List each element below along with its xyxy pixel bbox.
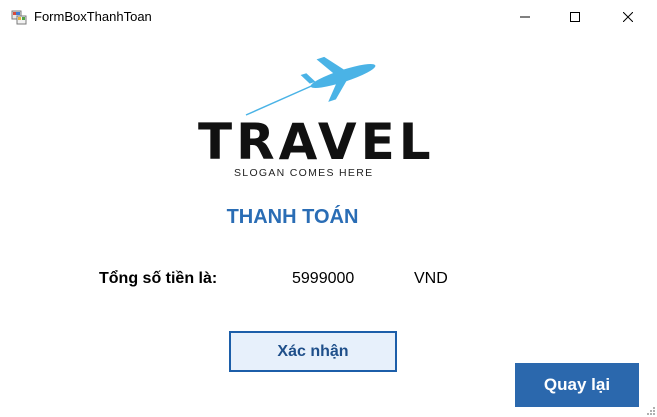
back-button[interactable]: Quay lại (515, 363, 639, 407)
close-icon (623, 12, 633, 22)
title-bar: FormBoxThanhToan (0, 0, 657, 34)
maximize-button[interactable] (552, 0, 598, 34)
resize-grip-icon[interactable] (647, 407, 655, 415)
confirm-button[interactable]: Xác nhận (229, 331, 397, 372)
app-icon (11, 10, 27, 25)
total-value: 5999000 (292, 270, 355, 287)
travel-logo: TRAVEL SLOGAN COMES HERE (198, 54, 435, 184)
currency-unit: VND (414, 270, 448, 287)
total-label: Tổng số tiền là: (99, 270, 218, 287)
window-title: FormBoxThanhToan (34, 9, 152, 24)
logo-wordmark: TRAVEL (198, 113, 435, 171)
minimize-button[interactable] (502, 0, 548, 34)
logo-slogan: SLOGAN COMES HERE (234, 167, 374, 179)
maximize-icon (570, 12, 580, 22)
page-title: THANH TOÁN (226, 206, 359, 228)
close-button[interactable] (605, 0, 651, 34)
minimize-icon (520, 16, 530, 18)
